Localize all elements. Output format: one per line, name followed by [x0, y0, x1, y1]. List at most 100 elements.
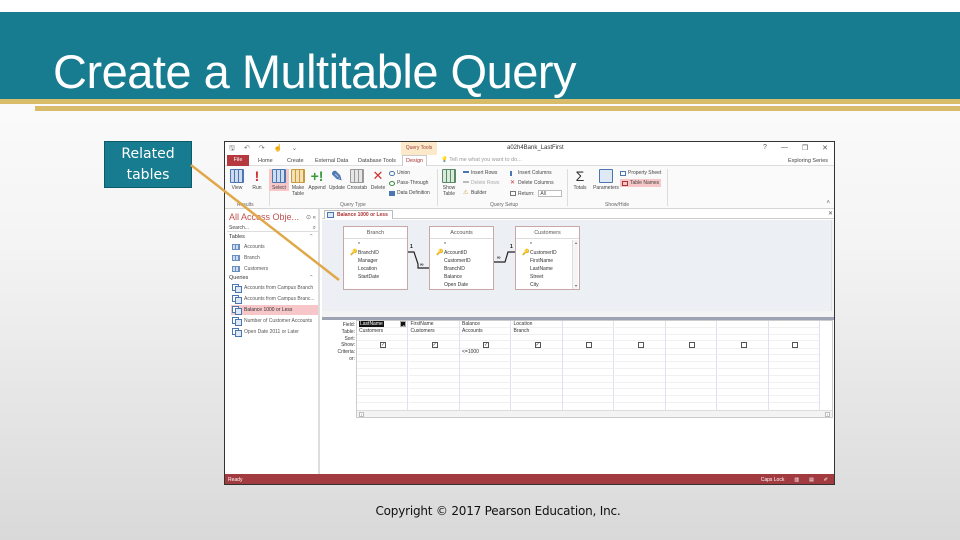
grid-or-cell[interactable] — [511, 396, 562, 404]
grid-or-cell[interactable] — [769, 376, 819, 383]
grid-or-cell[interactable] — [563, 362, 613, 370]
grid-table-cell[interactable]: Accounts — [460, 328, 510, 335]
nav-pane-title[interactable]: All Access Obje... — [229, 212, 299, 222]
grid-or-cell[interactable] — [460, 396, 510, 404]
table-pane-vertical-scrollbar[interactable] — [831, 220, 834, 311]
tab-external-data[interactable]: External Data — [312, 156, 351, 166]
grid-show-cell[interactable]: ✓ — [357, 341, 407, 349]
nav-section-queries[interactable]: Queries ⌃ — [229, 275, 317, 281]
close-document-icon[interactable]: ✕ — [828, 210, 833, 217]
grid-or-cell[interactable] — [717, 389, 768, 397]
insert-columns-button[interactable]: Insert Columns — [510, 170, 552, 176]
grid-criteria-cell[interactable] — [614, 349, 665, 356]
field-dropdown-icon[interactable]: ⌄ — [400, 321, 406, 327]
run-button[interactable]: ! Run — [247, 169, 267, 191]
grid-table-cell[interactable]: Customers — [357, 328, 407, 335]
grid-show-cell[interactable] — [769, 341, 819, 349]
grid-field-cell[interactable] — [666, 321, 716, 328]
sql-view-switch-icon[interactable]: ▤ — [809, 474, 814, 484]
minimize-icon[interactable]: — — [781, 144, 788, 152]
tab-database-tools[interactable]: Database Tools — [355, 156, 399, 166]
grid-criteria-cell[interactable] — [666, 349, 716, 356]
grid-or-cell[interactable] — [769, 355, 819, 363]
show-checkbox[interactable]: ✓ — [483, 341, 489, 348]
append-button[interactable]: +! Append — [307, 169, 327, 191]
show-checkbox[interactable] — [586, 341, 592, 348]
totals-button[interactable]: Σ Totals — [570, 169, 590, 191]
grid-show-cell[interactable]: ✓ — [511, 341, 562, 349]
grid-or-cell[interactable] — [408, 355, 459, 363]
grid-or-cell[interactable] — [511, 369, 562, 376]
tab-home[interactable]: Home — [255, 156, 276, 166]
grid-or-cell[interactable] — [408, 369, 459, 376]
grid-or-cell[interactable] — [666, 383, 716, 390]
undo-icon[interactable]: ↶ — [244, 144, 250, 155]
grid-or-cell[interactable] — [614, 362, 665, 370]
grid-or-cell[interactable] — [460, 369, 510, 376]
show-checkbox[interactable] — [792, 341, 798, 348]
nav-table-item[interactable]: Customers — [231, 264, 318, 274]
union-button[interactable]: Union — [389, 170, 410, 176]
grid-or-cell[interactable] — [666, 369, 716, 376]
grid-or-cell[interactable] — [511, 362, 562, 370]
grid-field-cell[interactable] — [614, 321, 665, 328]
grid-or-cell[interactable] — [769, 362, 819, 370]
grid-or-cell[interactable] — [408, 376, 459, 383]
grid-sort-cell[interactable] — [717, 335, 768, 342]
grid-or-cell[interactable] — [717, 355, 768, 363]
insert-rows-button[interactable]: Insert Rows — [463, 170, 497, 176]
grid-sort-cell[interactable] — [666, 335, 716, 342]
parameters-button[interactable]: Parameters — [592, 169, 620, 191]
datasheet-view-switch-icon[interactable]: ▥ — [794, 474, 799, 484]
grid-or-cell[interactable] — [460, 362, 510, 370]
nav-search-input[interactable]: Search... ⌕ — [227, 224, 318, 232]
help-icon[interactable]: ? — [763, 144, 767, 152]
grid-field-cell[interactable]: FirstName — [408, 321, 459, 328]
grid-or-cell[interactable] — [614, 376, 665, 383]
grid-or-cell[interactable] — [769, 383, 819, 390]
grid-table-cell[interactable]: Customers — [408, 328, 459, 335]
show-checkbox[interactable] — [689, 341, 695, 348]
grid-or-cell[interactable] — [460, 376, 510, 383]
collapse-ribbon-icon[interactable]: ˄ — [826, 200, 830, 206]
nav-section-tables[interactable]: Tables ⌃ — [229, 234, 317, 240]
nav-query-item[interactable]: Number of Customer Accounts — [231, 316, 318, 326]
grid-or-cell[interactable] — [666, 389, 716, 397]
grid-or-cell[interactable] — [563, 389, 613, 397]
grid-criteria-cell[interactable] — [563, 349, 613, 356]
grid-sort-cell[interactable] — [408, 335, 459, 342]
grid-sort-cell[interactable] — [769, 335, 819, 342]
grid-sort-cell[interactable] — [511, 335, 562, 342]
user-name[interactable]: Exploring Series — [788, 158, 828, 164]
property-sheet-button[interactable]: Property Sheet — [620, 170, 661, 176]
tab-file[interactable]: File — [227, 155, 249, 166]
grid-or-cell[interactable] — [563, 355, 613, 363]
grid-or-cell[interactable] — [717, 362, 768, 370]
grid-or-cell[interactable] — [614, 383, 665, 390]
customize-qat-icon[interactable]: ⌄ — [291, 144, 297, 155]
touch-mode-icon[interactable]: ☝ — [274, 144, 283, 155]
nav-query-item[interactable]: Open Date 2011 or Later — [231, 327, 318, 337]
tab-create[interactable]: Create — [284, 156, 307, 166]
grid-or-cell[interactable] — [408, 362, 459, 370]
grid-show-cell[interactable] — [563, 341, 613, 349]
grid-or-cell[interactable] — [357, 396, 407, 404]
grid-or-cell[interactable] — [408, 389, 459, 397]
select-query-button[interactable]: Select — [269, 169, 289, 191]
grid-or-cell[interactable] — [769, 396, 819, 404]
grid-show-cell[interactable]: ✓ — [460, 341, 510, 349]
grid-horizontal-scrollbar[interactable]: ‹ › — [357, 410, 832, 417]
grid-criteria-cell[interactable] — [769, 349, 819, 356]
grid-or-cell[interactable] — [666, 376, 716, 383]
grid-or-cell[interactable] — [717, 369, 768, 376]
grid-criteria-cell[interactable] — [357, 349, 407, 356]
grid-or-cell[interactable] — [769, 369, 819, 376]
update-button[interactable]: ✎ Update — [327, 169, 347, 191]
make-table-button[interactable]: Make Table — [288, 169, 308, 197]
builder-button[interactable]: ⚠ Builder — [463, 190, 487, 197]
grid-field-cell[interactable]: Location — [511, 321, 562, 328]
scroll-left-icon[interactable]: ‹ — [359, 412, 364, 417]
scroll-right-icon[interactable]: › — [825, 412, 830, 417]
grid-show-cell[interactable] — [666, 341, 716, 349]
grid-table-cell[interactable] — [563, 328, 613, 335]
